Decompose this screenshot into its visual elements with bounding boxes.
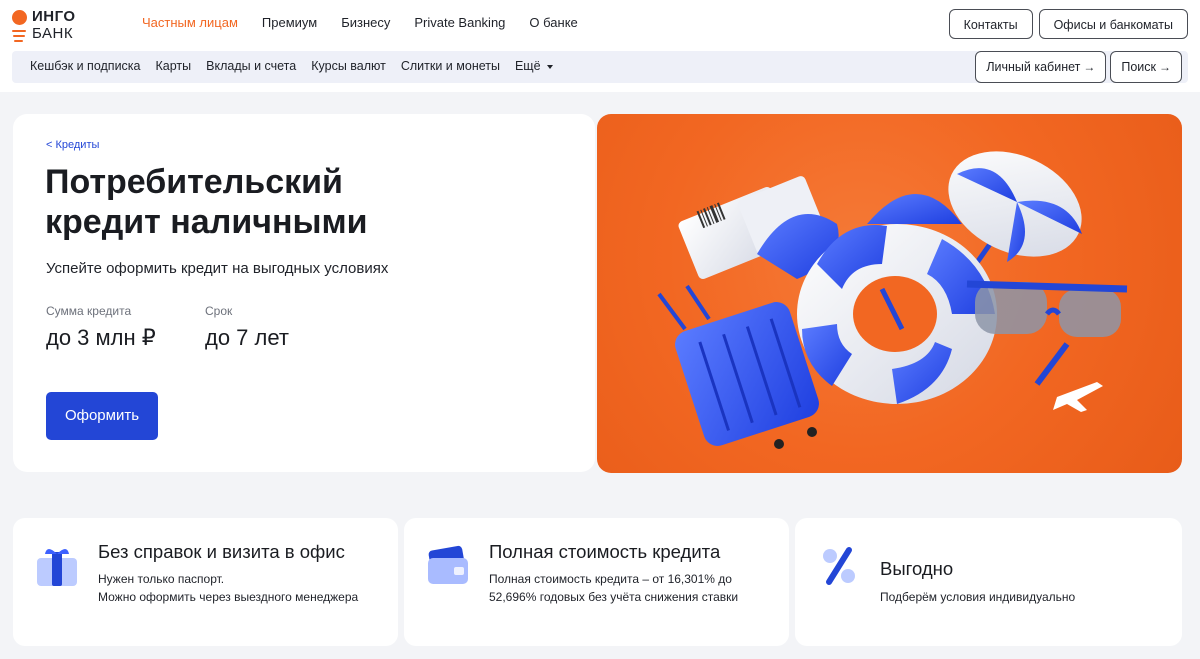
feature-card-full-cost: Полная стоимость кредита Полная стоимост… [404,518,789,646]
main-nav: Частным лицам Премиум Бизнесу Private Ba… [142,15,578,30]
feature-card-no-documents: Без справок и визита в офис Нужен только… [13,518,398,646]
hero-card: < Кредиты Потребительский кредит наличны… [13,114,595,472]
param-term: Срок до 7 лет [205,304,289,351]
hero-subtitle: Успейте оформить кредит на выгодных усло… [46,260,389,277]
search-label: Поиск [1121,60,1156,74]
nav-item-business[interactable]: Бизнесу [341,15,390,30]
feature-title: Полная стоимость кредита [489,541,721,562]
caret-down-icon [546,64,553,69]
feature-title: Выгодно [880,558,954,579]
param-amount-label: Сумма кредита [46,304,132,318]
gift-icon [37,549,77,586]
subnav-item-deposits[interactable]: Вклады и счета [206,59,296,73]
subnav-item-exchange-rates[interactable]: Курсы валют [311,59,386,73]
param-amount: Сумма кредита до 3 млн ₽ [46,304,156,351]
contacts-button[interactable]: Контакты [948,9,1033,39]
subnav-item-more[interactable]: Ещё [515,59,553,73]
header: ИНГО БАНК Частным лицам Премиум Бизнесу … [0,0,1200,92]
page-title: Потребительский кредит наличными [45,163,368,241]
param-term-value: до 7 лет [205,325,289,350]
nav-item-private-banking[interactable]: Private Banking [414,15,505,30]
param-amount-value: до 3 млн ₽ [46,325,156,350]
account-buttons: Личный кабинет → Поиск → [975,51,1182,83]
nav-item-premium[interactable]: Премиум [262,15,317,30]
travel-items-illustration [657,151,1128,449]
subnav-item-cashback[interactable]: Кешбэк и подписка [30,59,141,73]
logo-dot-icon [12,10,27,25]
apply-button[interactable]: Оформить [46,392,158,440]
feature-card-profitable: Выгодно Подберём условия индивидуально [795,518,1182,646]
nav-item-about[interactable]: О банке [529,15,577,30]
feature-text: Нужен только паспорт. Можно оформить чер… [98,570,368,606]
arrow-right-icon: → [1159,60,1171,74]
hero-illustration [597,114,1182,473]
feature-text: Подберём условия индивидуально [880,590,1076,604]
sunglasses-icon [966,280,1128,386]
logo-text-line2: БАНК [32,25,74,42]
breadcrumb-credits[interactable]: < Кредиты [46,139,99,151]
arrow-right-icon: → [1083,60,1096,74]
feature-text: Полная стоимость кредита – от 16,301% до… [489,572,739,604]
search-button[interactable]: Поиск → [1110,51,1182,83]
personal-cabinet-button[interactable]: Личный кабинет → [975,51,1107,83]
more-label: Ещё [514,59,541,73]
lifebuoy-icon [797,224,997,404]
percent-icon [823,547,855,585]
header-buttons: Контакты Офисы и банкоматы [948,9,1188,39]
hat-icon [867,194,962,224]
subnav-item-cards[interactable]: Карты [156,59,192,73]
feature-text-line: Нужен только паспорт. [98,572,225,586]
offices-atms-button[interactable]: Офисы и банкоматы [1038,9,1188,39]
nav-item-individuals[interactable]: Частным лицам [142,15,238,30]
param-term-label: Срок [205,304,233,318]
wallet-icon [428,545,468,584]
personal-cabinet-label: Личный кабинет [986,60,1081,74]
feature-text-line: Можно оформить через выездного менеджера [98,590,359,604]
airplane-icon [1053,382,1103,412]
ingo-bank-logo[interactable]: ИНГО БАНК [12,8,102,44]
logo-text-line1: ИНГО [32,8,76,25]
feature-title: Без справок и визита в офис [98,541,345,562]
subnav-item-bullion-coins[interactable]: Слитки и монеты [401,59,500,73]
